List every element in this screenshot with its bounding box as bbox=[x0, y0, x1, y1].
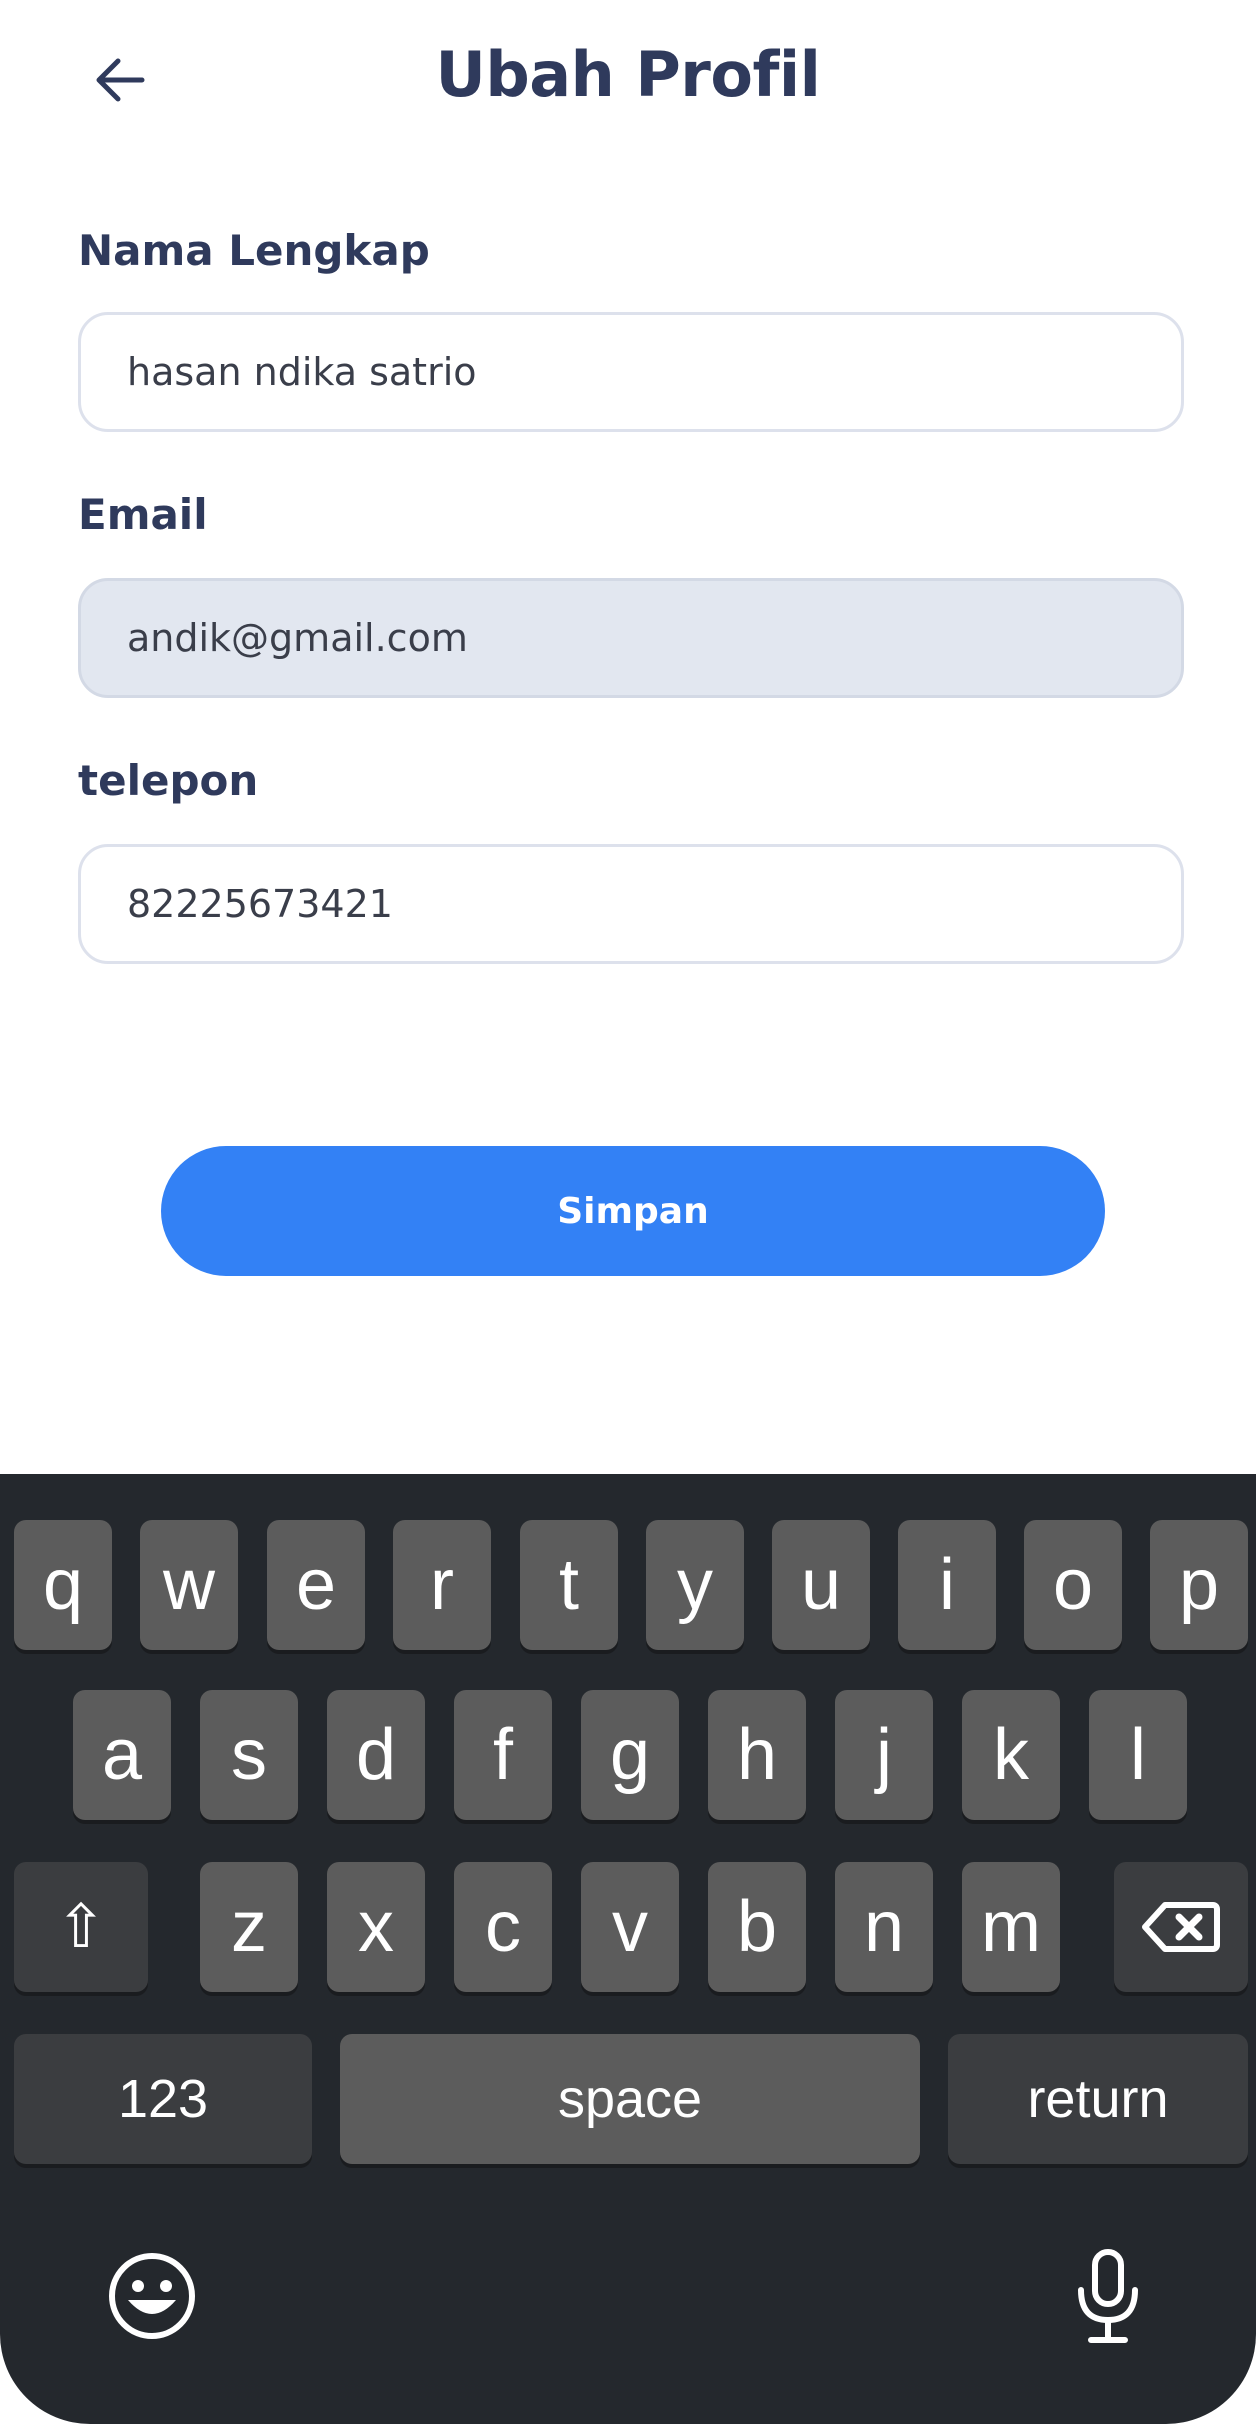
key-j[interactable]: j bbox=[835, 1690, 933, 1820]
key-v[interactable]: v bbox=[581, 1862, 679, 1992]
space-key[interactable]: space bbox=[340, 2034, 920, 2164]
phone-label: telepon bbox=[78, 756, 259, 805]
email-input[interactable] bbox=[78, 578, 1184, 698]
phone-input[interactable] bbox=[78, 844, 1184, 964]
key-w[interactable]: w bbox=[140, 1520, 238, 1650]
key-t[interactable]: t bbox=[520, 1520, 618, 1650]
emoji-button[interactable] bbox=[100, 2244, 204, 2348]
microphone-icon bbox=[1078, 2249, 1138, 2343]
key-c[interactable]: c bbox=[454, 1862, 552, 1992]
key-b[interactable]: b bbox=[708, 1862, 806, 1992]
key-k[interactable]: k bbox=[962, 1690, 1060, 1820]
page-title: Ubah Profil bbox=[435, 38, 821, 111]
backspace-icon bbox=[1142, 1902, 1220, 1952]
key-p[interactable]: p bbox=[1150, 1520, 1248, 1650]
backspace-key[interactable] bbox=[1114, 1862, 1248, 1992]
key-f[interactable]: f bbox=[454, 1690, 552, 1820]
key-u[interactable]: u bbox=[772, 1520, 870, 1650]
key-d[interactable]: d bbox=[327, 1690, 425, 1820]
key-g[interactable]: g bbox=[581, 1690, 679, 1820]
key-l[interactable]: l bbox=[1089, 1690, 1187, 1820]
key-e[interactable]: e bbox=[267, 1520, 365, 1650]
save-button[interactable]: Simpan bbox=[161, 1146, 1105, 1276]
email-label: Email bbox=[78, 490, 208, 539]
key-y[interactable]: y bbox=[646, 1520, 744, 1650]
key-r[interactable]: r bbox=[393, 1520, 491, 1650]
key-i[interactable]: i bbox=[898, 1520, 996, 1650]
key-h[interactable]: h bbox=[708, 1690, 806, 1820]
name-input[interactable] bbox=[78, 312, 1184, 432]
key-a[interactable]: a bbox=[73, 1690, 171, 1820]
key-s[interactable]: s bbox=[200, 1690, 298, 1820]
numbers-key[interactable]: 123 bbox=[14, 2034, 312, 2164]
key-z[interactable]: z bbox=[200, 1862, 298, 1992]
microphone-button[interactable] bbox=[1060, 2238, 1156, 2354]
name-label: Nama Lengkap bbox=[78, 226, 430, 275]
emoji-icon bbox=[109, 2253, 195, 2339]
key-n[interactable]: n bbox=[835, 1862, 933, 1992]
key-o[interactable]: o bbox=[1024, 1520, 1122, 1650]
key-q[interactable]: q bbox=[14, 1520, 112, 1650]
key-x[interactable]: x bbox=[327, 1862, 425, 1992]
return-key[interactable]: return bbox=[948, 2034, 1248, 2164]
shift-key[interactable]: ⇧ bbox=[14, 1862, 148, 1992]
key-m[interactable]: m bbox=[962, 1862, 1060, 1992]
onscreen-keyboard: q w e r t y u i o p a s d f g h j k l ⇧ … bbox=[0, 1474, 1256, 2424]
